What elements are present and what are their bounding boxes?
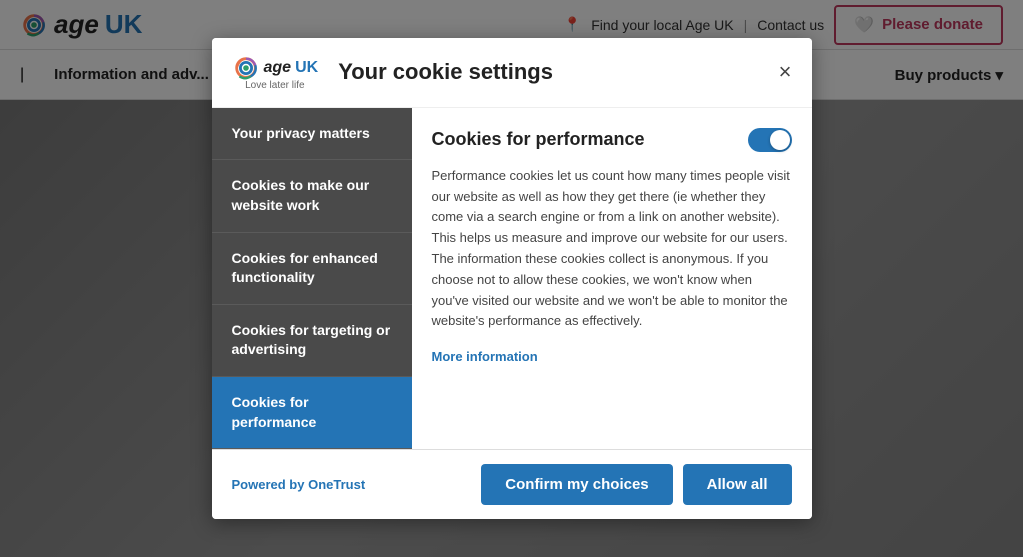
- confirm-choices-button[interactable]: Confirm my choices: [481, 464, 672, 505]
- modal-logo-spiral-icon: [232, 54, 260, 82]
- sidebar-item-performance[interactable]: Cookies for performance: [212, 377, 412, 449]
- modal-footer: Powered by OneTrust Confirm my choices A…: [212, 449, 812, 519]
- allow-all-button[interactable]: Allow all: [683, 464, 792, 505]
- powered-by-label: Powered by: [232, 477, 305, 492]
- modal-body: Your privacy matters Cookies to make our…: [212, 108, 812, 449]
- modal-logo-top: age UK: [232, 54, 319, 82]
- modal-header-left: age UK Love later life Your cookie setti…: [232, 54, 553, 91]
- sidebar-item-privacy[interactable]: Your privacy matters: [212, 108, 412, 161]
- cookie-settings-modal: age UK Love later life Your cookie setti…: [212, 38, 812, 519]
- footer-buttons: Confirm my choices Allow all: [481, 464, 791, 505]
- more-info-link[interactable]: More information: [432, 349, 538, 364]
- sidebar-item-targeting[interactable]: Cookies for targeting or advertising: [212, 305, 412, 377]
- performance-toggle[interactable]: [748, 128, 792, 152]
- modal-overlay: age UK Love later life Your cookie setti…: [0, 0, 1023, 557]
- modal-sidebar: Your privacy matters Cookies to make our…: [212, 108, 412, 449]
- close-button[interactable]: ×: [779, 61, 792, 83]
- onetrust-brand: OneTrust: [308, 477, 365, 492]
- modal-header: age UK Love later life Your cookie setti…: [212, 38, 812, 108]
- modal-logo: age UK Love later life: [232, 54, 319, 91]
- sidebar-item-enhanced[interactable]: Cookies for enhanced functionality: [212, 233, 412, 305]
- modal-title: Your cookie settings: [338, 59, 553, 85]
- modal-logo-age: age: [264, 59, 292, 77]
- modal-logo-tagline: Love later life: [245, 80, 304, 91]
- content-description: Performance cookies let us count how man…: [432, 166, 792, 332]
- powered-by: Powered by OneTrust: [232, 477, 366, 492]
- sidebar-item-make-work[interactable]: Cookies to make our website work: [212, 160, 412, 232]
- modal-logo-uk: UK: [295, 59, 318, 77]
- content-section-header: Cookies for performance: [432, 128, 792, 152]
- modal-content-area: Cookies for performance Performance cook…: [412, 108, 812, 449]
- content-section-title-text: Cookies for performance: [432, 129, 645, 150]
